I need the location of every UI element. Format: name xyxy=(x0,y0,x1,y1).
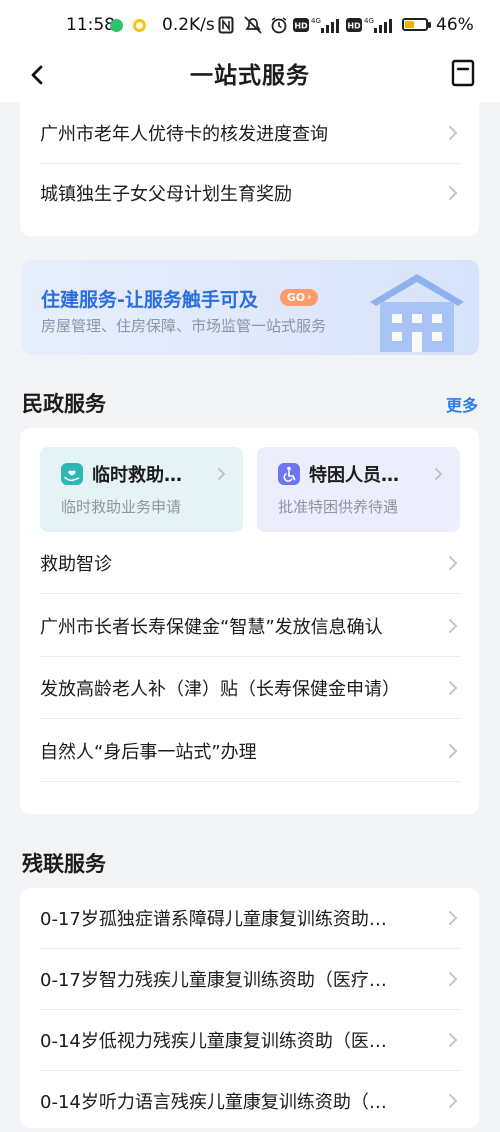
tile-temporary-relief[interactable]: 临时救助… 临时救助业务申请 xyxy=(40,447,243,532)
network-speed: 0.2K/s xyxy=(162,15,215,35)
list-item[interactable]: 0-17岁孤独症谱系障碍儿童康复训练资助… xyxy=(40,887,460,949)
tile-subtitle: 批准特困供养待遇 xyxy=(278,498,399,516)
list-item[interactable]: 0-14岁听力语言残疾儿童康复训练资助（… xyxy=(40,1070,460,1132)
list-item-label: 城镇独生子女父母计划生育奖励 xyxy=(40,184,292,205)
list-item[interactable]: 0-14岁低视力残疾儿童康复训练资助（医… xyxy=(40,1009,460,1071)
svg-text:HD: HD xyxy=(347,22,361,31)
signal-icon-2: 4G xyxy=(364,16,394,34)
battery-icon xyxy=(402,18,428,31)
bookmark-icon xyxy=(451,59,475,87)
chevron-right-icon xyxy=(449,619,458,633)
list-item-label: 广州市长者长寿保健金“智慧”发放信息确认 xyxy=(40,616,383,638)
list-item[interactable]: 救助智诊 xyxy=(40,532,460,594)
chevron-right-icon xyxy=(449,972,458,986)
chevron-right-icon xyxy=(218,468,226,480)
status-bar: 11:58 0.2K/s HD 4G HD 4G 46% xyxy=(0,0,500,50)
alarm-icon xyxy=(270,16,288,34)
nfc-icon xyxy=(218,16,234,34)
list-item-label: 广州市老年人优待卡的核发进度查询 xyxy=(40,123,328,145)
list-item-label: 救助智诊 xyxy=(40,553,112,575)
nav-bar: 一站式服务 xyxy=(0,50,500,102)
chevron-right-icon xyxy=(449,186,458,200)
housing-service-banner[interactable]: 住建服务-让服务触手可及 GO › 房屋管理、住房保障、市场监管一站式服务 xyxy=(22,260,479,355)
list-item-label: 0-17岁智力残疾儿童康复训练资助（医疗… xyxy=(40,969,387,991)
list-item-label: 0-14岁低视力残疾儿童康复训练资助（医… xyxy=(40,1030,387,1052)
chevron-right-icon xyxy=(449,126,458,140)
chevron-right-icon xyxy=(449,681,458,695)
chevron-right-icon xyxy=(435,468,443,480)
chevron-right-icon xyxy=(449,1094,458,1108)
tile-subtitle: 临时救助业务申请 xyxy=(61,498,182,516)
battery-level xyxy=(405,21,414,28)
top-service-card: 广州市老年人优待卡的核发进度查询 城镇独生子女父母计划生育奖励 xyxy=(20,102,479,236)
app-notification-icon xyxy=(133,19,146,32)
list-item[interactable]: 0-17岁智力残疾儿童康复训练资助（医疗… xyxy=(40,948,460,1010)
svg-text:HD: HD xyxy=(294,22,308,31)
tile-title: 临时救助… xyxy=(92,465,182,486)
svg-text:4G: 4G xyxy=(311,17,321,25)
list-item-label: 发放高龄老人补（津）贴（长寿保健金申请） xyxy=(40,678,400,700)
list-item-label: 0-17岁孤独症谱系障碍儿童康复训练资助… xyxy=(40,908,387,930)
hd-badge: HD xyxy=(293,16,309,34)
bookmark-button[interactable] xyxy=(448,56,478,90)
banner-subtitle: 房屋管理、住房保障、市场监管一站式服务 xyxy=(41,317,327,335)
list-item-label: 0-14岁听力语言残疾儿童康复训练资助（… xyxy=(40,1092,387,1113)
list-item[interactable]: 城镇独生子女父母计划生育奖励 xyxy=(40,162,460,224)
house-illustration-icon xyxy=(370,274,464,352)
signal-icon-1: 4G xyxy=(311,16,341,34)
list-item[interactable]: 广州市老年人优待卡的核发进度查询 xyxy=(40,102,460,164)
wechat-notification-icon xyxy=(110,19,123,32)
hand-heart-icon xyxy=(61,463,83,485)
banner-title: 住建服务-让服务触手可及 xyxy=(41,289,258,311)
section-title-disabled: 残联服务 xyxy=(22,852,106,876)
wheelchair-icon xyxy=(278,463,300,485)
battery-tip xyxy=(428,22,431,28)
chevron-right-icon xyxy=(449,911,458,925)
chevron-right-icon xyxy=(449,556,458,570)
svg-text:4G: 4G xyxy=(364,17,374,25)
battery-percent: 46% xyxy=(436,15,474,35)
list-item[interactable]: 广州市长者长寿保健金“智慧”发放信息确认 xyxy=(40,595,460,657)
go-label: GO xyxy=(286,291,306,304)
list-item-label: 自然人“身后事一站式”办理 xyxy=(40,741,257,763)
section-title-civil: 民政服务 xyxy=(22,392,106,416)
hd-badge-2: HD xyxy=(346,16,362,34)
list-item[interactable]: 发放高龄老人补（津）贴（长寿保健金申请） xyxy=(40,657,460,719)
page-title: 一站式服务 xyxy=(190,63,310,89)
mute-icon xyxy=(243,16,263,34)
chevron-right-icon xyxy=(449,1033,458,1047)
chevron-right-icon xyxy=(449,744,458,758)
tile-special-hardship[interactable]: 特困人员… 批准特困供养待遇 xyxy=(257,447,460,532)
go-button[interactable]: GO › xyxy=(280,289,318,306)
list-item[interactable]: 自然人“身后事一站式”办理 xyxy=(40,720,460,782)
more-link[interactable]: 更多 xyxy=(446,392,478,416)
go-arrow-icon: › xyxy=(307,292,312,303)
tile-title: 特困人员… xyxy=(309,465,399,486)
status-time: 11:58 xyxy=(66,15,115,35)
